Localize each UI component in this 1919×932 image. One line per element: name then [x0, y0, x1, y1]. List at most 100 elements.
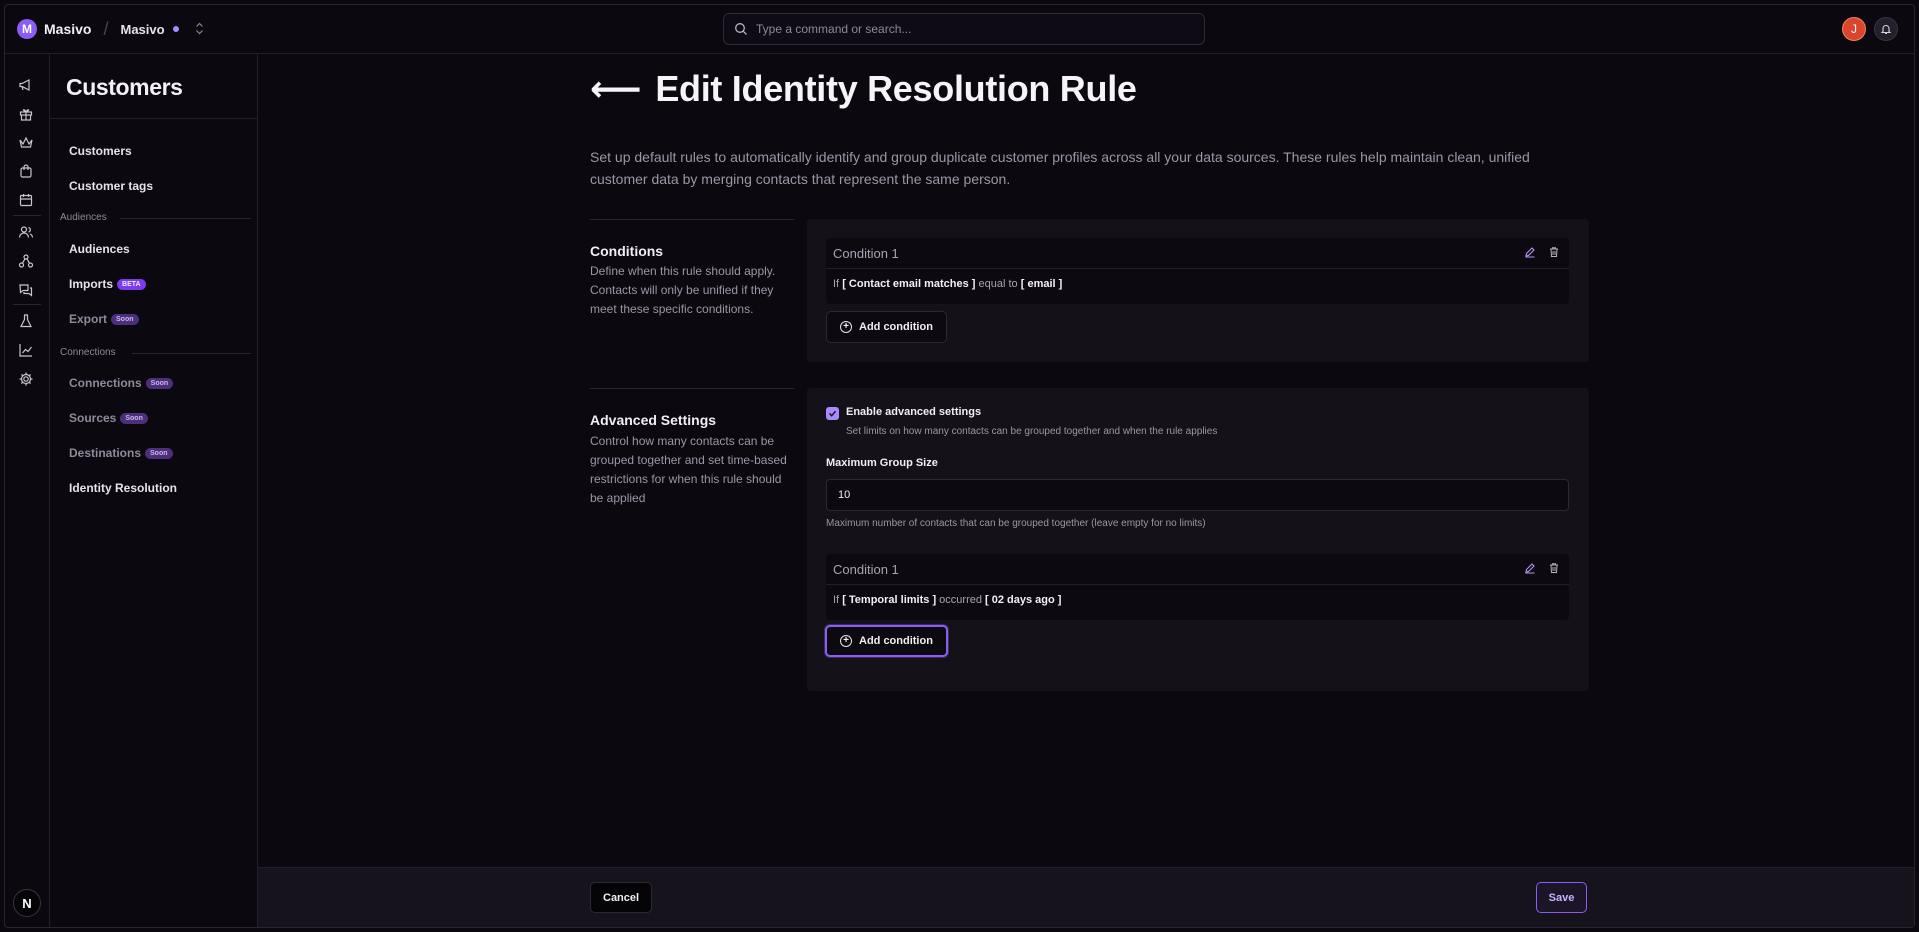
section-divider — [590, 388, 794, 389]
save-button[interactable]: Save — [1536, 882, 1587, 913]
condition-value[interactable]: [ email ] — [1021, 278, 1063, 290]
app-window: M Masivo / Masivo Type a command or sear… — [4, 4, 1915, 928]
gear-icon[interactable] — [17, 370, 35, 388]
megaphone-icon[interactable] — [17, 76, 35, 94]
back-arrow-icon[interactable]: ⟵ — [590, 68, 642, 110]
flask-icon[interactable] — [17, 312, 35, 330]
sidebar-section-connections: Connections — [60, 347, 116, 358]
breadcrumb-separator: / — [103, 18, 109, 39]
sidebar-item-label: Audiences — [69, 242, 130, 256]
enable-advanced-checkbox[interactable] — [826, 407, 839, 420]
max-group-size-input[interactable]: 10 — [826, 479, 1569, 511]
top-bar: M Masivo / Masivo Type a command or sear… — [5, 5, 1914, 54]
gift-icon[interactable] — [17, 105, 35, 123]
sidebar-item-label: Sources — [69, 411, 117, 425]
sidebar-item-identity-resolution[interactable]: Identity Resolution — [69, 481, 177, 495]
condition-rule: If [ Temporal limits ] occurred [ 02 day… — [833, 594, 1061, 606]
main-content: ⟵ Edit Identity Resolution Rule Set up d… — [258, 54, 1914, 927]
condition-actions — [1523, 245, 1561, 259]
enable-advanced-label[interactable]: Enable advanced settings — [846, 406, 981, 418]
network-icon[interactable] — [17, 252, 35, 270]
plus-circle-icon: + — [840, 635, 852, 647]
sidebar-item-label: Imports — [69, 277, 114, 291]
condition-card: Condition 1 If [ Temporal limits ] occur… — [826, 554, 1569, 620]
page-description: Set up default rules to automatically id… — [590, 149, 1530, 187]
bell-icon[interactable] — [1874, 17, 1898, 41]
user-avatar[interactable]: J — [1842, 17, 1866, 41]
form-footer: Cancel Save — [258, 867, 1914, 927]
condition-card: Condition 1 If [ Contact email matches ]… — [826, 238, 1569, 304]
condition-operator[interactable]: occurred — [939, 594, 982, 606]
sidebar-item-destinations[interactable]: Destinations Soon — [69, 446, 173, 460]
condition-field[interactable]: [ Contact email matches ] — [842, 278, 975, 290]
condition-rule: If [ Contact email matches ] equal to [ … — [833, 278, 1062, 290]
max-group-size-value: 10 — [838, 489, 851, 501]
org-name: Masivo — [120, 21, 165, 37]
sidebar-item-customer-tags[interactable]: Customer tags — [69, 179, 153, 193]
edit-icon[interactable] — [1523, 245, 1537, 259]
command-search[interactable]: Type a command or search... — [723, 13, 1205, 45]
edit-icon[interactable] — [1523, 561, 1537, 575]
sidebar-item-connections[interactable]: Connections Soon — [69, 376, 174, 390]
sidebar-item-imports[interactable]: Imports BETA — [69, 277, 146, 291]
org-switcher[interactable]: Masivo — [120, 22, 203, 37]
sidebar-item-customers[interactable]: Customers — [69, 144, 132, 158]
trash-icon[interactable] — [1547, 245, 1561, 259]
shopping-bag-icon[interactable] — [17, 162, 35, 180]
brand-name: Masivo — [44, 21, 92, 37]
add-condition-button[interactable]: + Add condition — [825, 625, 948, 657]
sidebar-item-label: Destinations — [69, 446, 142, 460]
max-group-size-help: Maximum number of contacts that can be g… — [826, 518, 1206, 529]
advanced-settings-panel: Enable advanced settings Set limits on h… — [807, 388, 1589, 691]
icon-rail: N — [5, 54, 50, 927]
sidebar-item-label: Connections — [69, 376, 142, 390]
sidebar-section-audiences: Audiences — [60, 212, 107, 223]
add-condition-label: Add condition — [859, 321, 933, 333]
page-title: ⟵ Edit Identity Resolution Rule — [590, 68, 1137, 110]
chevron-up-down-icon[interactable] — [195, 22, 204, 36]
beta-badge: BETA — [117, 278, 146, 290]
soon-badge: Soon — [145, 377, 174, 389]
rail-divider — [13, 304, 41, 305]
sidebar-title: Customers — [66, 74, 183, 100]
condition-operator[interactable]: equal to — [979, 278, 1018, 290]
condition-actions — [1523, 561, 1561, 575]
sidebar-section-line — [132, 353, 251, 354]
framework-badge[interactable]: N — [13, 889, 41, 917]
sidebar-item-label: Customer tags — [69, 179, 154, 193]
sidebar-item-label: Customers — [69, 144, 132, 158]
condition-header: Condition 1 — [826, 554, 1569, 585]
condition-header: Condition 1 — [826, 238, 1569, 269]
trash-icon[interactable] — [1547, 561, 1561, 575]
section-sidebar: Customers Customers Customer tags Audien… — [50, 54, 258, 927]
plus-circle-icon: + — [840, 321, 852, 333]
org-status-dot — [172, 26, 179, 32]
chat-icon[interactable] — [17, 281, 35, 299]
add-condition-button[interactable]: + Add condition — [826, 311, 947, 343]
soon-badge: Soon — [120, 412, 148, 424]
advanced-settings-description: Control how many contacts can be grouped… — [590, 434, 787, 505]
sidebar-item-export[interactable]: Export Soon — [69, 312, 139, 326]
condition-if: If — [833, 278, 840, 290]
sidebar-item-sources[interactable]: Sources Soon — [69, 411, 148, 425]
users-icon[interactable] — [17, 223, 35, 241]
add-condition-label: Add condition — [859, 635, 933, 647]
max-group-size-label: Maximum Group Size — [826, 457, 938, 469]
search-placeholder: Type a command or search... — [756, 22, 912, 36]
condition-value[interactable]: [ 02 days ago ] — [985, 594, 1061, 606]
sidebar-item-label: Identity Resolution — [69, 481, 177, 495]
page-title-text: Edit Identity Resolution Rule — [655, 68, 1137, 109]
condition-title: Condition 1 — [833, 245, 899, 261]
condition-field[interactable]: [ Temporal limits ] — [842, 594, 936, 606]
conditions-title: Conditions — [590, 243, 664, 259]
cancel-button[interactable]: Cancel — [590, 882, 653, 913]
chart-line-icon[interactable] — [17, 341, 35, 359]
brand[interactable]: M Masivo — [17, 19, 91, 39]
conditions-description: Define when this rule should apply. Cont… — [590, 264, 776, 316]
brand-logo: M — [17, 19, 37, 39]
calendar-icon[interactable] — [17, 191, 35, 209]
enable-advanced-help: Set limits on how many contacts can be g… — [846, 426, 1218, 437]
soon-badge: Soon — [111, 313, 139, 325]
crown-icon[interactable] — [17, 134, 35, 152]
sidebar-item-audiences[interactable]: Audiences — [69, 242, 130, 256]
